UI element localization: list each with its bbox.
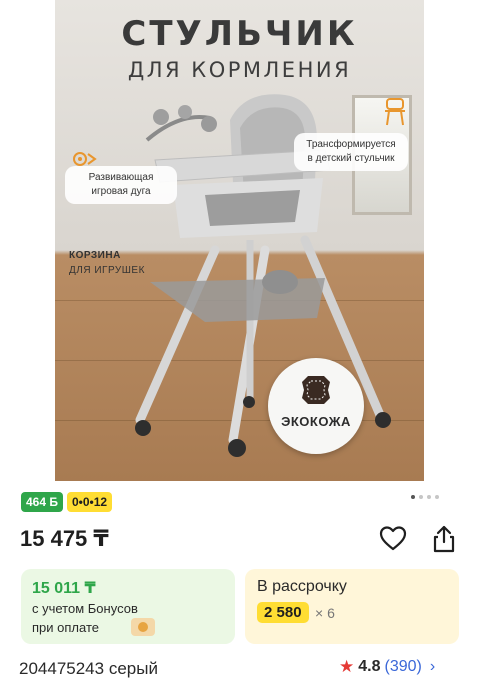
chevron-right-icon[interactable]: ›	[430, 658, 435, 676]
hero-subtitle: ДЛЯ КОРМЛЕНИЯ	[127, 58, 352, 82]
rating-score: 4.8	[358, 658, 381, 675]
badge-row: 464 Б 0•0•12	[21, 492, 113, 512]
callout-transform: Трансформируется в детский стульчик	[294, 133, 408, 171]
bonus-price: 15 011 ₸	[32, 580, 96, 597]
chair-icon	[385, 98, 405, 126]
basket-label-line: КОРЗИНА	[69, 250, 121, 261]
installment-multiplier: × 6	[315, 605, 335, 621]
bonus-price-card[interactable]: 15 011 ₸ с учетом Бонусов при оплате	[21, 569, 235, 644]
installment-amount: 2 580	[257, 602, 309, 623]
gallery-dot[interactable]	[419, 495, 423, 499]
leather-icon	[302, 376, 330, 404]
rating-link[interactable]: ★ 4.8 (390) ›	[339, 657, 435, 677]
bonus-badge: 464 Б	[21, 492, 63, 512]
gallery-dot[interactable]	[411, 495, 415, 499]
installment-card[interactable]: В рассрочку 2 580 × 6	[245, 569, 459, 644]
installment-label: В рассрочку	[257, 578, 347, 595]
product-price: 15 475 ₸	[20, 526, 109, 551]
bonus-payment-note: при оплате	[32, 620, 99, 635]
eco-label: ЭКОКОЖА	[281, 414, 351, 429]
installment-badge: 0•0•12	[66, 492, 113, 512]
hero-title: СТУЛЬЧИК	[121, 14, 358, 54]
eco-leather-badge: ЭКОКОЖА	[268, 358, 364, 454]
product-image[interactable]: СТУЛЬЧИК ДЛЯ КОРМЛЕНИЯ Развивающая игров…	[55, 0, 424, 481]
review-count[interactable]: (390)	[385, 658, 422, 676]
callout-line: Трансформируется	[306, 139, 396, 150]
gallery-dot[interactable]	[427, 495, 431, 499]
callout-line: в детский стульчик	[307, 153, 395, 164]
share-icon[interactable]	[429, 524, 459, 554]
callout-line: игровая дуга	[91, 186, 151, 197]
pay-icon	[131, 618, 155, 636]
product-sku-color: 204475243 серый	[19, 659, 158, 678]
callout-play-arch: Развивающая игровая дуга	[65, 166, 177, 204]
callout-line: Развивающая	[88, 172, 154, 183]
gallery-dot[interactable]	[435, 495, 439, 499]
gallery-pagination[interactable]	[411, 495, 439, 499]
star-icon: ★	[339, 657, 355, 676]
bonus-note: с учетом Бонусов	[32, 601, 138, 616]
heart-icon[interactable]	[378, 523, 408, 553]
basket-label: КОРЗИНА ДЛЯ ИГРУШЕК	[69, 248, 145, 278]
basket-label-line: ДЛЯ ИГРУШЕК	[69, 265, 145, 276]
